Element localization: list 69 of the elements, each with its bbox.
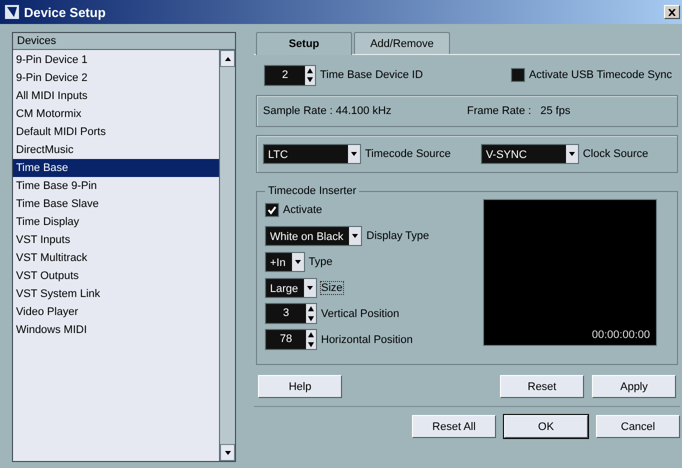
dropdown[interactable]: LTC: [263, 144, 361, 164]
device-item[interactable]: DirectMusic: [13, 141, 219, 159]
dropdown[interactable]: White on Black: [265, 226, 362, 246]
app-icon: [4, 4, 20, 20]
checkbox[interactable]: [510, 68, 525, 82]
dropdown[interactable]: +In: [265, 252, 305, 272]
up-arrow-icon: [306, 330, 316, 340]
down-arrow-icon: [306, 314, 316, 323]
scroll-down-button[interactable]: [220, 444, 235, 461]
checkbox-label: Activate USB Timecode Sync: [528, 69, 672, 81]
up-arrow-icon: [306, 304, 316, 314]
scroll-up-button[interactable]: [220, 50, 235, 67]
timecode-text: 00:00:00:00: [592, 329, 651, 343]
dropdown[interactable]: Large: [265, 278, 318, 298]
field-label: Timecode Source: [365, 148, 451, 160]
field-label: Display Type: [366, 230, 430, 242]
tab[interactable]: Setup: [256, 32, 352, 55]
number-spinner[interactable]: 2: [264, 64, 316, 86]
device-item[interactable]: Time Display: [13, 213, 219, 231]
close-button[interactable]: [664, 5, 680, 19]
down-arrow-icon: [305, 75, 315, 84]
field-label: Size: [321, 282, 343, 294]
device-item[interactable]: Default MIDI Ports: [13, 123, 219, 141]
caret-icon: [294, 258, 302, 264]
caret-icon: [306, 284, 314, 290]
button[interactable]: Reset All: [412, 415, 496, 438]
list-header: Devices: [13, 33, 235, 50]
up-arrow-icon: [305, 66, 315, 75]
info-text: Frame Rate : 25 fps: [467, 105, 572, 117]
field-label: Time Base Device ID: [320, 69, 423, 81]
number-spinner[interactable]: 3: [265, 303, 317, 324]
device-item[interactable]: 9-Pin Device 2: [13, 69, 219, 87]
info-text: Sample Rate : 44.100 kHz: [263, 105, 392, 117]
device-item[interactable]: Video Player: [13, 303, 219, 321]
device-item[interactable]: VST System Link: [13, 285, 219, 303]
device-item[interactable]: Time Base Slave: [13, 195, 219, 213]
dropdown[interactable]: V-SYNC: [480, 144, 579, 164]
field-label: Horizontal Position: [321, 334, 413, 346]
checkbox[interactable]: [265, 202, 279, 216]
field-label: Clock Source: [582, 148, 648, 160]
down-arrow-icon: [224, 450, 232, 456]
field-label: Vertical Position: [321, 308, 400, 320]
caret-icon: [568, 151, 576, 157]
number-spinner[interactable]: 78: [265, 329, 317, 350]
device-item[interactable]: CM Motormix: [13, 105, 219, 123]
tab[interactable]: Add/Remove: [354, 32, 450, 54]
button[interactable]: Help: [258, 375, 342, 398]
caret-icon: [351, 232, 360, 238]
caret-icon: [350, 151, 358, 157]
device-item[interactable]: VST Inputs: [13, 231, 219, 249]
device-item[interactable]: VST Outputs: [13, 267, 219, 285]
down-arrow-icon: [306, 340, 316, 349]
device-item[interactable]: All MIDI Inputs: [13, 87, 219, 105]
device-item[interactable]: Time Base 9-Pin: [13, 177, 219, 195]
device-item[interactable]: Time Base: [13, 159, 219, 177]
close-icon: [668, 8, 676, 16]
group-title: Timecode Inserter: [267, 185, 358, 197]
button[interactable]: OK: [504, 415, 588, 438]
button[interactable]: Cancel: [596, 415, 680, 438]
up-arrow-icon: [224, 56, 232, 62]
field-label: Type: [308, 256, 332, 268]
window-title: Device Setup: [24, 4, 107, 20]
device-item[interactable]: VST Multitrack: [13, 249, 219, 267]
button[interactable]: Reset: [500, 375, 584, 398]
checkbox-label: Activate: [283, 204, 322, 216]
scrollbar[interactable]: [219, 50, 235, 461]
button[interactable]: Apply: [592, 375, 676, 398]
device-item[interactable]: 9-Pin Device 1: [13, 51, 219, 69]
device-item[interactable]: Windows MIDI: [13, 321, 219, 339]
